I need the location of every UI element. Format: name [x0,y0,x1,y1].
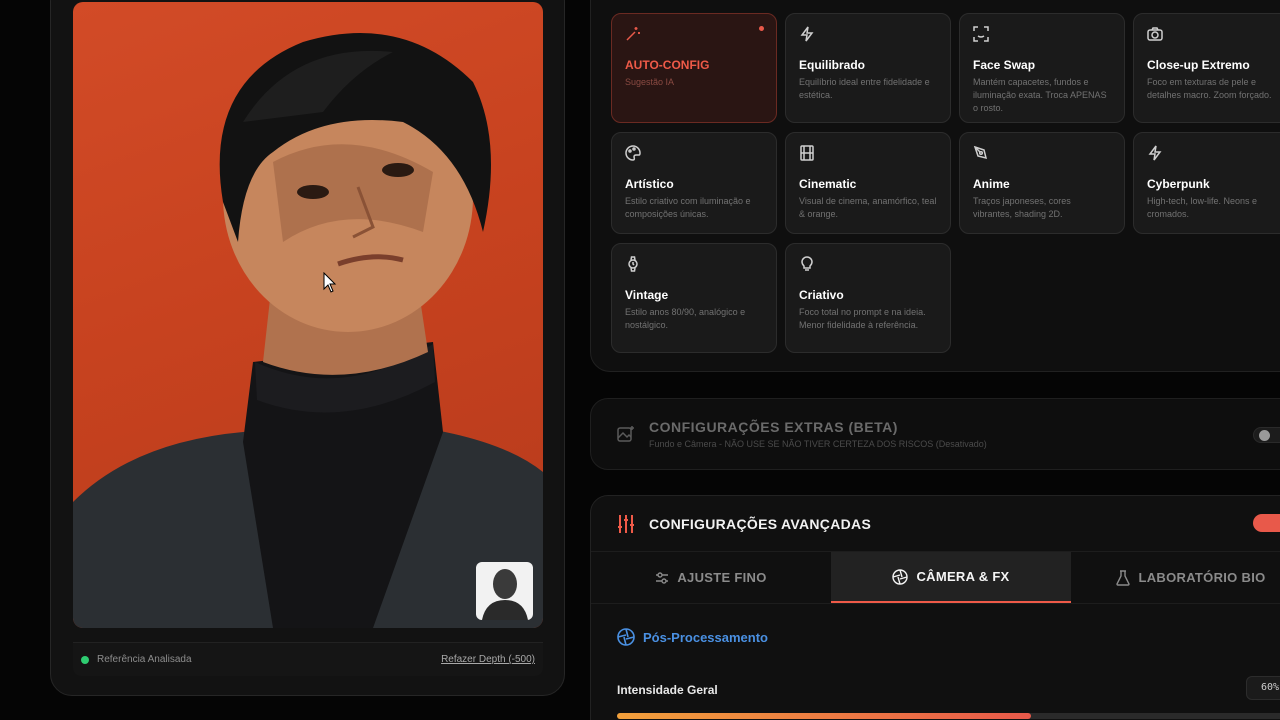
style-card-title: Face Swap [973,58,1036,72]
toggle-knob [1259,430,1270,441]
style-card-cinematic[interactable]: Cinematic Visual de cinema, anamórfico, … [785,132,951,234]
redo-depth-link[interactable]: Refazer Depth (-500) [441,654,535,665]
style-card-auto-config[interactable]: AUTO-CONFIG Sugestão IA [611,13,777,123]
face-scan-icon [973,26,989,42]
status-indicator-dot [81,655,89,664]
style-card-title: Cinematic [799,177,857,191]
sliders-icon [656,571,669,584]
sliders-icon [618,515,634,533]
style-card-desc: Estilo anos 80/90, analógico e nostálgic… [625,307,746,330]
style-card-face-swap[interactable]: Face Swap Mantém capacetes, fundos e ilu… [959,13,1125,123]
style-card-desc: Sugestão IA [625,77,675,87]
film-icon [800,145,814,161]
extras-title: CONFIGURAÇÕES EXTRAS (BETA) [649,419,898,435]
advanced-toggle[interactable] [1253,514,1280,532]
aperture-icon [617,628,635,646]
style-card-criativo[interactable]: Criativo Foco total no prompt e na ideia… [785,243,951,353]
advanced-settings-panel: CONFIGURAÇÕES AVANÇADAS AJUSTE FINO CÂME… [590,495,1280,720]
tab-ajuste-fino[interactable]: AJUSTE FINO [591,552,831,603]
reference-status-bar: Referência Analisada Refazer Depth (-500… [73,642,543,676]
image-plus-icon [617,426,634,442]
style-card-title: Equilibrado [799,58,865,72]
style-card-desc: Visual de cinema, anamórfico, teal & ora… [799,196,937,219]
style-presets-panel: AUTO-CONFIG Sugestão IA Equilibrado Equi… [590,0,1280,372]
tab-label: LABORATÓRIO BIO [1138,570,1266,585]
watch-icon [628,256,638,272]
section-title-text: Pós-Processamento [643,629,768,645]
style-card-cyberpunk[interactable]: Cyberpunk High-tech, low-life. Neons e c… [1133,132,1280,234]
style-card-artistico[interactable]: Artístico Estilo criativo com iluminação… [611,132,777,234]
style-card-title: Criativo [799,288,844,302]
style-card-desc: Foco em texturas de pele e detalhes macr… [1147,77,1272,100]
style-card-desc: Foco total no prompt e na ideia. Menor f… [799,307,926,330]
active-indicator-dot [759,26,764,31]
flask-icon [1116,569,1131,586]
style-card-desc: Estilo criativo com iluminação e composi… [625,196,751,219]
intensity-label: Intensidade Geral [617,683,718,697]
lightbulb-icon [801,256,813,271]
status-label: Referência Analisada [97,654,192,665]
tab-laboratorio-bio[interactable]: LABORATÓRIO BIO [1071,552,1280,603]
style-card-desc: High-tech, low-life. Neons e cromados. [1147,196,1258,219]
style-card-title: AUTO-CONFIG [625,58,710,72]
aperture-icon [892,568,909,585]
pen-nib-icon [973,145,988,160]
palette-icon [625,145,641,161]
mouse-cursor-icon [323,272,337,293]
lightning-icon [800,26,814,42]
extras-toggle[interactable] [1253,427,1280,443]
style-card-anime[interactable]: Anime Traços japoneses, cores vibrantes,… [959,132,1125,234]
advanced-tabs: AJUSTE FINO CÂMERA & FX LABORATÓRIO BIO [591,551,1280,604]
magic-wand-icon [626,27,640,41]
style-card-title: Vintage [625,288,669,302]
reference-photo [73,2,543,628]
style-card-vintage[interactable]: Vintage Estilo anos 80/90, analógico e n… [611,243,777,353]
style-card-desc: Traços japoneses, cores vibrantes, shadi… [973,196,1071,219]
style-card-desc: Mantém capacetes, fundos e iluminação ex… [973,77,1107,113]
style-card-title: Cyberpunk [1147,177,1210,191]
section-title: Pós-Processamento [617,628,768,646]
style-card-desc: Equilíbrio ideal entre fidelidade e esté… [799,77,930,100]
style-card-title: Anime [973,177,1010,191]
style-card-title: Artístico [625,177,674,191]
extras-subtitle: Fundo e Câmera - NÃO USE SE NÃO TIVER CE… [649,439,987,449]
style-card-title: Close-up Extremo [1147,58,1250,72]
style-card-equilibrado[interactable]: Equilibrado Equilíbrio ideal entre fidel… [785,13,951,123]
intensity-value[interactable]: 60% [1246,676,1280,700]
intensity-slider[interactable] [617,713,1280,719]
advanced-title: CONFIGURAÇÕES AVANÇADAS [649,516,872,532]
reference-thumbnail[interactable] [476,562,533,620]
extra-settings-panel: CONFIGURAÇÕES EXTRAS (BETA) Fundo e Câme… [590,398,1280,470]
tab-label: CÂMERA & FX [916,569,1010,584]
lightning-icon [1148,145,1162,161]
intensity-slider-fill [617,713,1031,719]
camera-icon [1147,27,1163,41]
style-card-close-up-extremo[interactable]: Close-up Extremo Foco em texturas de pel… [1133,13,1280,123]
tab-camera-fx[interactable]: CÂMERA & FX [831,552,1071,603]
tab-label: AJUSTE FINO [677,570,767,585]
